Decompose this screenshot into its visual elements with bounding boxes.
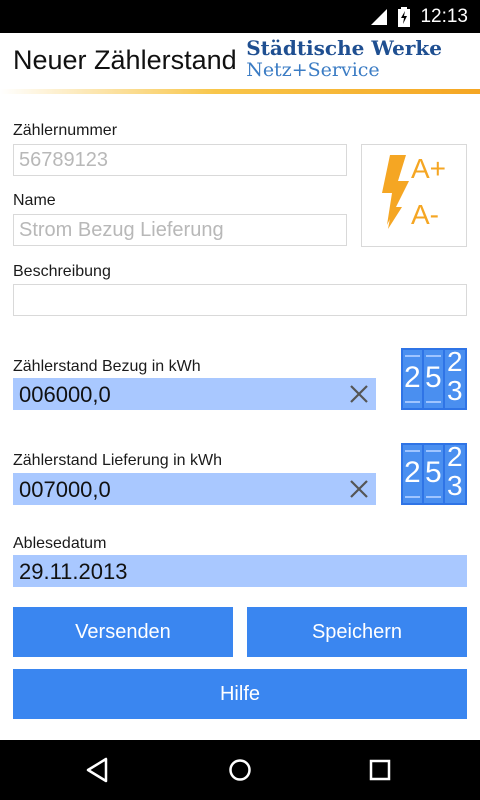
feed-in-reading-value: 007000,0 xyxy=(19,477,111,502)
counter-icon[interactable]: 2 5 2 3 xyxy=(401,441,467,505)
name-field[interactable]: Strom Bezug Lieferung xyxy=(13,214,347,246)
battery-icon xyxy=(398,6,411,27)
a-minus-label: A- xyxy=(411,199,439,230)
consumption-reading-input[interactable]: 006000,0 xyxy=(13,378,376,410)
status-bar: 12:13 xyxy=(0,0,480,33)
save-button[interactable]: Speichern xyxy=(247,607,467,657)
reading-date-label: Ablesedatum xyxy=(13,535,107,552)
reading-date-field[interactable]: 29.11.2013 xyxy=(13,555,467,587)
brand-line-1: Städtische Werke xyxy=(246,36,442,60)
accent-divider xyxy=(0,89,480,94)
back-icon[interactable] xyxy=(82,754,114,786)
brand-line-2: Netz+Service xyxy=(246,59,380,81)
counter-digit-4: 3 xyxy=(447,470,463,501)
counter-digit-2: 5 xyxy=(425,456,442,489)
sim-icon xyxy=(371,8,388,25)
counter-digit-3: 2 xyxy=(447,441,463,472)
description-field[interactable] xyxy=(13,284,467,316)
navigation-bar xyxy=(0,740,480,800)
clear-icon[interactable] xyxy=(348,383,370,405)
consumption-reading-value: 006000,0 xyxy=(19,382,111,407)
a-plus-label: A+ xyxy=(411,153,447,184)
home-icon[interactable] xyxy=(224,754,256,786)
description-label: Beschreibung xyxy=(13,263,111,280)
clock: 12:13 xyxy=(420,5,468,27)
meter-number-field[interactable]: 56789123 xyxy=(13,144,347,176)
consumption-reading-label: Zählerstand Bezug in kWh xyxy=(13,358,201,375)
counter-digit-4: 3 xyxy=(447,375,463,406)
counter-digit-3: 2 xyxy=(447,346,463,377)
brand-logo: Städtische Werke Netz+Service xyxy=(246,37,442,81)
feed-in-reading-label: Zählerstand Lieferung in kWh xyxy=(13,452,222,469)
meter-number-label: Zählernummer xyxy=(13,122,118,139)
recents-icon[interactable] xyxy=(364,754,396,786)
status-icons: 12:13 xyxy=(370,0,468,33)
counter-digit-1: 2 xyxy=(404,361,421,394)
feed-in-reading-input[interactable]: 007000,0 xyxy=(13,473,376,505)
send-button[interactable]: Versenden xyxy=(13,607,233,657)
counter-icon[interactable]: 2 5 2 3 xyxy=(401,346,467,410)
meter-type-card[interactable]: A+ A- xyxy=(361,144,467,247)
page-title: Neuer Zählerstand xyxy=(13,45,237,75)
app-bar: Neuer Zählerstand Städtische Werke Netz+… xyxy=(0,33,480,89)
clear-icon[interactable] xyxy=(348,478,370,500)
name-label: Name xyxy=(13,192,56,209)
counter-digit-1: 2 xyxy=(404,456,421,489)
counter-digit-2: 5 xyxy=(425,361,442,394)
help-button[interactable]: Hilfe xyxy=(13,669,467,719)
